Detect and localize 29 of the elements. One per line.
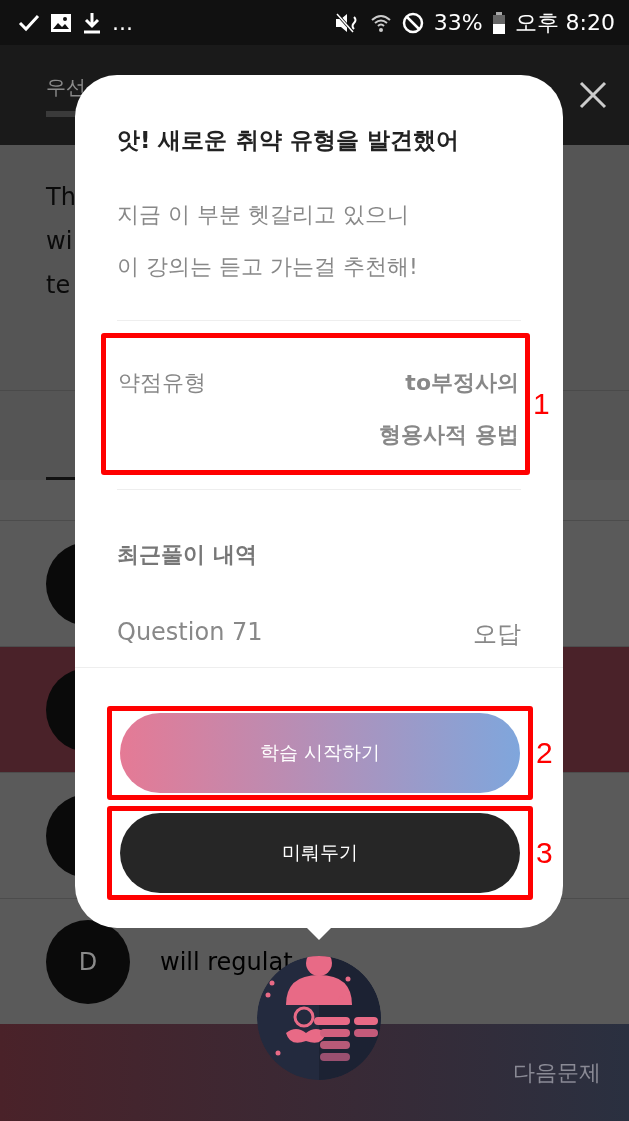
weakness-label: 약점유형	[118, 369, 206, 397]
question-text: te	[46, 271, 72, 299]
history-heading: 최근풀이 내역	[117, 541, 258, 569]
history-result: 오답	[473, 619, 521, 650]
dialog-message: 이 강의는 듣고 가는걸 추천해!	[117, 253, 419, 281]
battery-icon	[492, 11, 505, 34]
image-icon	[50, 12, 72, 33]
check-icon	[18, 13, 40, 32]
weakness-value: to부정사의	[405, 369, 519, 397]
history-question: Question 71	[117, 618, 263, 648]
close-icon[interactable]	[579, 81, 607, 109]
question-text: wi	[46, 227, 74, 255]
option-letter: D	[46, 919, 130, 1004]
weakness-value: 형용사적 용법	[379, 421, 519, 449]
dialog-title: 앗! 새로운 취약 유형을 발견했어	[117, 126, 460, 155]
dialog-message: 지금 이 부분 헷갈리고 있으니	[117, 201, 410, 229]
annotation-number: 1	[533, 387, 550, 421]
question-text: Th	[46, 183, 77, 211]
more-notifications: ...	[112, 10, 133, 35]
annotation-number: 3	[536, 836, 553, 870]
annotation-number: 2	[536, 736, 553, 770]
postpone-button[interactable]: 미뤄두기	[120, 813, 520, 893]
download-icon	[82, 11, 102, 34]
next-question-button[interactable]: 다음문제	[513, 1057, 601, 1088]
blocked-icon	[401, 11, 424, 34]
clock: 오후 8:20	[514, 8, 615, 37]
battery-percent: 33%	[433, 10, 483, 35]
option-text: will regulat	[160, 947, 293, 976]
start-learning-button[interactable]: 학습 시작하기	[120, 713, 520, 793]
